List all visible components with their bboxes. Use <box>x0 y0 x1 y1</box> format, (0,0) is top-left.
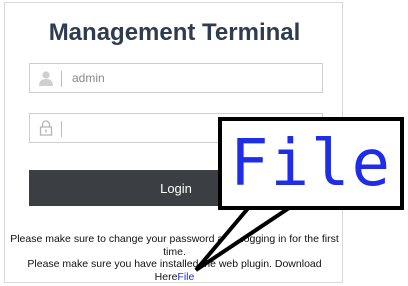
zoom-callout: File <box>218 117 404 210</box>
plugin-note-text: Please make sure you have installed the … <box>27 258 322 283</box>
lock-icon <box>38 120 54 136</box>
download-file-link[interactable]: File <box>177 271 194 283</box>
user-icon <box>38 70 54 86</box>
notes: Please make sure to change your password… <box>9 233 340 283</box>
page-title: Management Terminal <box>48 19 301 46</box>
password-change-note: Please make sure to change your password… <box>10 233 339 258</box>
username-value: admin <box>72 71 105 85</box>
plugin-note: Please make sure you have installed the … <box>9 258 340 283</box>
callout-text: File <box>229 126 393 201</box>
username-field[interactable]: admin <box>29 63 323 93</box>
field-divider <box>61 121 62 137</box>
field-divider <box>61 71 62 87</box>
